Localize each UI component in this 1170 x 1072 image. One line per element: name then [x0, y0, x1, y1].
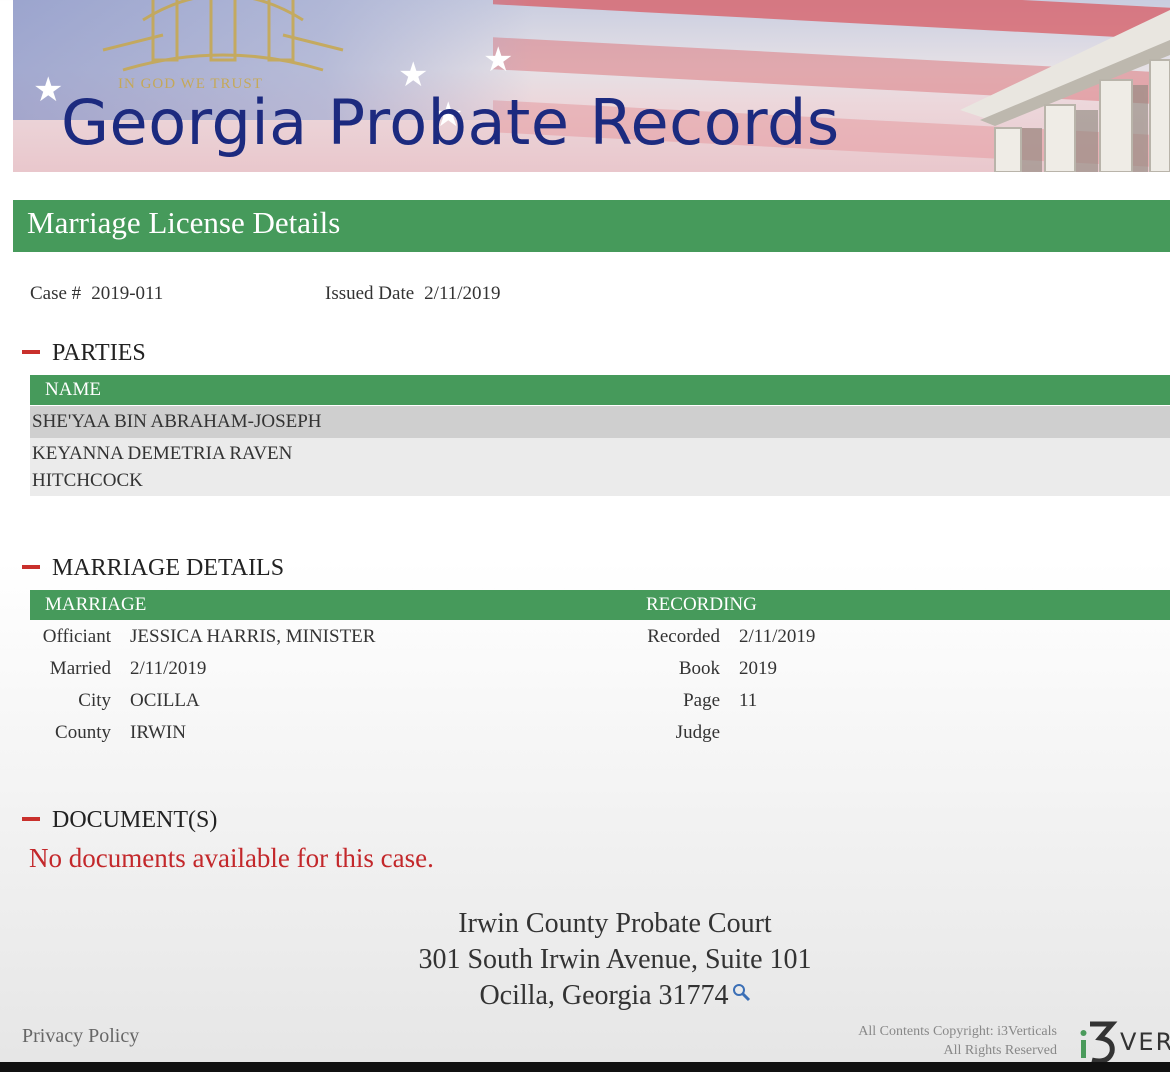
courthouse-image — [960, 10, 1170, 172]
recorded-label: Recorded — [647, 626, 720, 647]
recording-column-header: RECORDING — [646, 594, 757, 615]
documents-section-toggle[interactable]: DOCUMENT(S) — [22, 807, 217, 834]
party-name: SHE'YAA BIN ABRAHAM-JOSEPH — [32, 411, 322, 432]
court-city-line: Ocilla, Georgia 31774 — [0, 978, 1170, 1014]
judge-row: Judge — [0, 722, 720, 746]
marriage-details-section-title: MARRIAGE DETAILS — [52, 555, 285, 581]
book-value: 2019 — [739, 658, 777, 679]
collapse-dash-icon[interactable] — [22, 817, 40, 822]
issued-date-label: Issued Date — [325, 283, 415, 304]
marriage-column-header: MARRIAGE — [45, 594, 147, 615]
logo-text: VER — [1120, 1028, 1170, 1056]
page-label: Page — [683, 690, 720, 711]
parties-section-title: PARTIES — [52, 340, 146, 366]
bottom-edge — [0, 1062, 1170, 1072]
details-header-bar: Marriage License Details — [13, 200, 1170, 252]
court-address: 301 South Irwin Avenue, Suite 101 — [418, 944, 812, 975]
details-title: Marriage License Details — [27, 205, 341, 240]
no-documents-message: No documents available for this case. — [29, 843, 434, 873]
page-row: Page 11 — [0, 690, 757, 714]
collapse-dash-icon[interactable] — [22, 350, 40, 355]
issued-date: Issued Date 2/11/2019 — [325, 283, 501, 305]
party-name-line1: KEYANNA DEMETRIA RAVEN — [32, 443, 293, 464]
star-icon: ★ — [483, 40, 514, 80]
parties-section-toggle[interactable]: PARTIES — [22, 340, 146, 367]
parties-table-header: NAME — [30, 375, 1170, 405]
copyright-line: All Contents Copyright: i3Verticals — [858, 1024, 1057, 1039]
site-banner: ★ ★ ★ ★ IN GOD WE TRUST Georgia Probate … — [13, 0, 1170, 172]
party-name-line2: HITCHCOCK — [32, 470, 143, 491]
marriage-details-section-toggle[interactable]: MARRIAGE DETAILS — [22, 555, 284, 582]
judge-label: Judge — [675, 722, 720, 743]
court-name: Irwin County Probate Court — [458, 908, 772, 939]
page-title: Georgia Probate Records — [61, 86, 840, 159]
name-column-header: NAME — [45, 379, 101, 400]
case-number-value: 2019-011 — [91, 283, 164, 304]
case-number-label: Case # — [30, 283, 82, 304]
map-search-icon[interactable] — [731, 982, 751, 1002]
book-row: Book 2019 — [0, 658, 777, 682]
rights-line: All Rights Reserved — [943, 1043, 1057, 1058]
book-label: Book — [678, 658, 720, 679]
table-row: KEYANNA DEMETRIA RAVEN HITCHCOCK — [30, 438, 1170, 496]
i3-logo-icon — [1080, 1021, 1118, 1064]
court-city: Ocilla, Georgia 31774 — [479, 980, 729, 1011]
issued-date-value: 2/11/2019 — [424, 283, 501, 304]
recorded-value: 2/11/2019 — [739, 626, 816, 647]
i3verticals-logo[interactable]: VER — [1078, 1016, 1170, 1066]
documents-section-title: DOCUMENT(S) — [52, 807, 218, 833]
case-number: Case # 2019-011 — [30, 283, 163, 305]
privacy-policy-link[interactable]: Privacy Policy — [22, 1025, 139, 1048]
star-icon: ★ — [33, 70, 64, 110]
table-row: SHE'YAA BIN ABRAHAM-JOSEPH — [30, 406, 1170, 438]
page-value: 11 — [739, 690, 758, 711]
recorded-row: Recorded 2/11/2019 — [0, 626, 815, 650]
copyright-notice: All Contents Copyright: i3Verticals All … — [858, 1022, 1057, 1060]
collapse-dash-icon[interactable] — [22, 565, 40, 570]
marriage-details-table-header: MARRIAGE RECORDING — [30, 590, 1170, 620]
